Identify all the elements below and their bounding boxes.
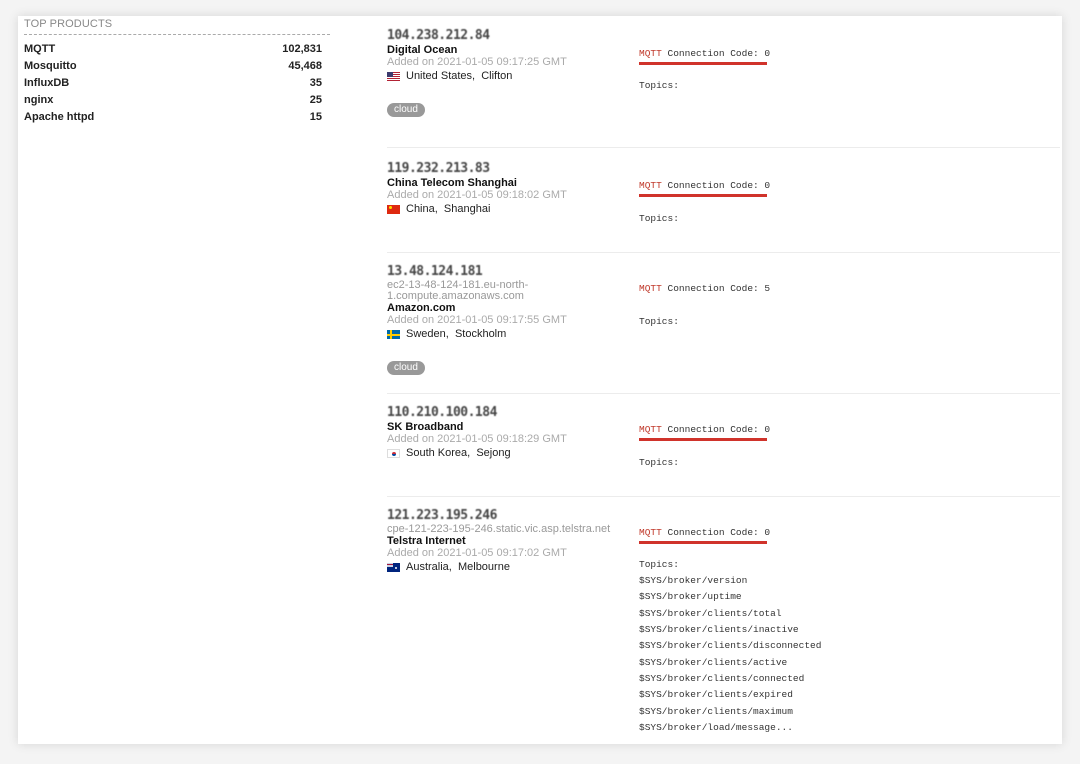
highlight-underline [639, 62, 767, 65]
connection-code: MQTT Connection Code: 0 [639, 48, 770, 59]
result-item: 110.210.100.184 SK Broadband Added on 20… [387, 394, 1060, 497]
top-products-title: TOP PRODUCTS [24, 18, 330, 35]
product-name[interactable]: nginx [24, 92, 53, 109]
result-country[interactable]: China [406, 202, 435, 216]
protocol-label: MQTT [639, 424, 662, 435]
connection-code-text: Connection Code: 0 [661, 527, 771, 538]
topic-item: $SYS/broker/clients/active [639, 657, 788, 668]
result-city[interactable]: Shanghai [444, 202, 491, 216]
protocol-label: MQTT [639, 180, 662, 191]
protocol-label: MQTT [639, 48, 662, 59]
topic-item: $SYS/broker/load/message... [639, 722, 793, 733]
connection-code: MQTT Connection Code: 0 [639, 180, 770, 191]
kr-flag-icon [387, 448, 400, 458]
connection-code-text: Connection Code: 5 [661, 283, 771, 294]
result-added-date: Added on 2021-01-05 09:18:29 GMT [387, 433, 567, 445]
result-city[interactable]: Stockholm [455, 327, 506, 341]
us-flag-icon [387, 71, 400, 81]
topic-item: $SYS/broker/clients/inactive [639, 624, 799, 635]
result-hostname: ec2-13-48-124-181.eu-north-1.compute.ama… [387, 279, 529, 302]
product-count: 15 [309, 111, 322, 123]
topics-label: Topics: [639, 559, 679, 570]
connection-code-text: Connection Code: 0 [661, 48, 771, 59]
product-name[interactable]: InfluxDB [24, 75, 69, 92]
result-item: 121.223.195.246 cpe-121-223-195-246.stat… [387, 497, 1060, 737]
result-location: United States, Clifton [387, 69, 627, 83]
result-org[interactable]: Amazon.com [387, 302, 627, 314]
product-count: 35 [309, 77, 322, 89]
protocol-label: MQTT [639, 527, 662, 538]
product-count: 25 [309, 94, 322, 106]
product-name[interactable]: Apache httpd [24, 109, 94, 126]
product-name[interactable]: Mosquitto [24, 58, 77, 75]
connection-code: MQTT Connection Code: 5 [639, 283, 770, 294]
result-ip-link[interactable]: 121.223.195.246 [387, 508, 627, 524]
highlight-underline [639, 194, 767, 197]
highlight-underline [639, 438, 767, 441]
result-org[interactable]: China Telecom Shanghai [387, 177, 627, 189]
topic-item: $SYS/broker/clients/disconnected [639, 640, 822, 651]
product-row[interactable]: InfluxDB 35 [24, 75, 330, 92]
connection-code-text: Connection Code: 0 [661, 424, 771, 435]
result-added-date: Added on 2021-01-05 09:17:02 GMT [387, 547, 567, 559]
product-row[interactable]: Apache httpd 15 [24, 109, 330, 126]
product-name[interactable]: MQTT [24, 41, 55, 58]
product-row[interactable]: MQTT 102,831 [24, 41, 330, 58]
product-row[interactable]: Mosquitto 45,468 [24, 58, 330, 75]
connection-code: MQTT Connection Code: 0 [639, 527, 770, 538]
topic-item: $SYS/broker/clients/connected [639, 673, 805, 684]
result-hostname: cpe-121-223-195-246.static.vic.asp.telst… [387, 523, 611, 535]
topic-item: $SYS/broker/version [639, 575, 748, 586]
result-country[interactable]: Australia [406, 560, 449, 574]
protocol-label: MQTT [639, 283, 662, 294]
result-org[interactable]: Telstra Internet [387, 535, 627, 547]
topic-item: $SYS/broker/clients/total [639, 608, 782, 619]
topics-label: Topics: [639, 316, 679, 327]
result-country[interactable]: United States [406, 69, 472, 83]
result-location: Australia, Melbourne [387, 560, 627, 574]
product-count: 45,468 [288, 60, 322, 72]
results-list: 104.238.212.84 Digital Ocean Added on 20… [387, 16, 1060, 737]
result-item: 104.238.212.84 Digital Ocean Added on 20… [387, 28, 1060, 148]
result-org[interactable]: SK Broadband [387, 421, 627, 433]
product-row[interactable]: nginx 25 [24, 92, 330, 109]
topics-label: Topics: [639, 80, 679, 91]
au-flag-icon [387, 562, 400, 572]
result-city[interactable]: Melbourne [458, 560, 510, 574]
top-products-panel: TOP PRODUCTS MQTT 102,831 Mosquitto 45,4… [24, 18, 330, 126]
search-results-panel: TOP PRODUCTS MQTT 102,831 Mosquitto 45,4… [18, 16, 1062, 744]
result-ip-link[interactable]: 13.48.124.181 [387, 264, 627, 280]
top-products-list: MQTT 102,831 Mosquitto 45,468 InfluxDB 3… [24, 41, 330, 126]
highlight-underline [639, 541, 767, 544]
result-ip-link[interactable]: 119.232.213.83 [387, 161, 627, 177]
result-location: China, Shanghai [387, 202, 627, 216]
result-added-date: Added on 2021-01-05 09:18:02 GMT [387, 189, 567, 201]
se-flag-icon [387, 329, 400, 339]
result-added-date: Added on 2021-01-05 09:17:25 GMT [387, 56, 567, 68]
result-country[interactable]: Sweden [406, 327, 446, 341]
connection-code: MQTT Connection Code: 0 [639, 424, 770, 435]
topics-label: Topics: [639, 457, 679, 468]
cloud-tag[interactable]: cloud [387, 103, 425, 117]
result-ip-link[interactable]: 110.210.100.184 [387, 405, 627, 421]
topics-label: Topics: [639, 213, 679, 224]
result-ip-link[interactable]: 104.238.212.84 [387, 28, 627, 44]
cn-flag-icon [387, 204, 400, 214]
result-item: 13.48.124.181 ec2-13-48-124-181.eu-north… [387, 253, 1060, 394]
result-city[interactable]: Clifton [481, 69, 512, 83]
topic-item: $SYS/broker/clients/expired [639, 689, 793, 700]
topic-item: $SYS/broker/uptime [639, 591, 742, 602]
result-added-date: Added on 2021-01-05 09:17:55 GMT [387, 314, 567, 326]
cloud-tag[interactable]: cloud [387, 361, 425, 375]
product-count: 102,831 [282, 43, 322, 55]
result-org[interactable]: Digital Ocean [387, 44, 627, 56]
result-country[interactable]: South Korea [406, 446, 467, 460]
connection-code-text: Connection Code: 0 [661, 180, 771, 191]
result-location: Sweden, Stockholm [387, 327, 627, 341]
result-item: 119.232.213.83 China Telecom Shanghai Ad… [387, 149, 1060, 253]
topic-item: $SYS/broker/clients/maximum [639, 706, 793, 717]
result-location: South Korea, Sejong [387, 446, 627, 460]
result-city[interactable]: Sejong [476, 446, 510, 460]
